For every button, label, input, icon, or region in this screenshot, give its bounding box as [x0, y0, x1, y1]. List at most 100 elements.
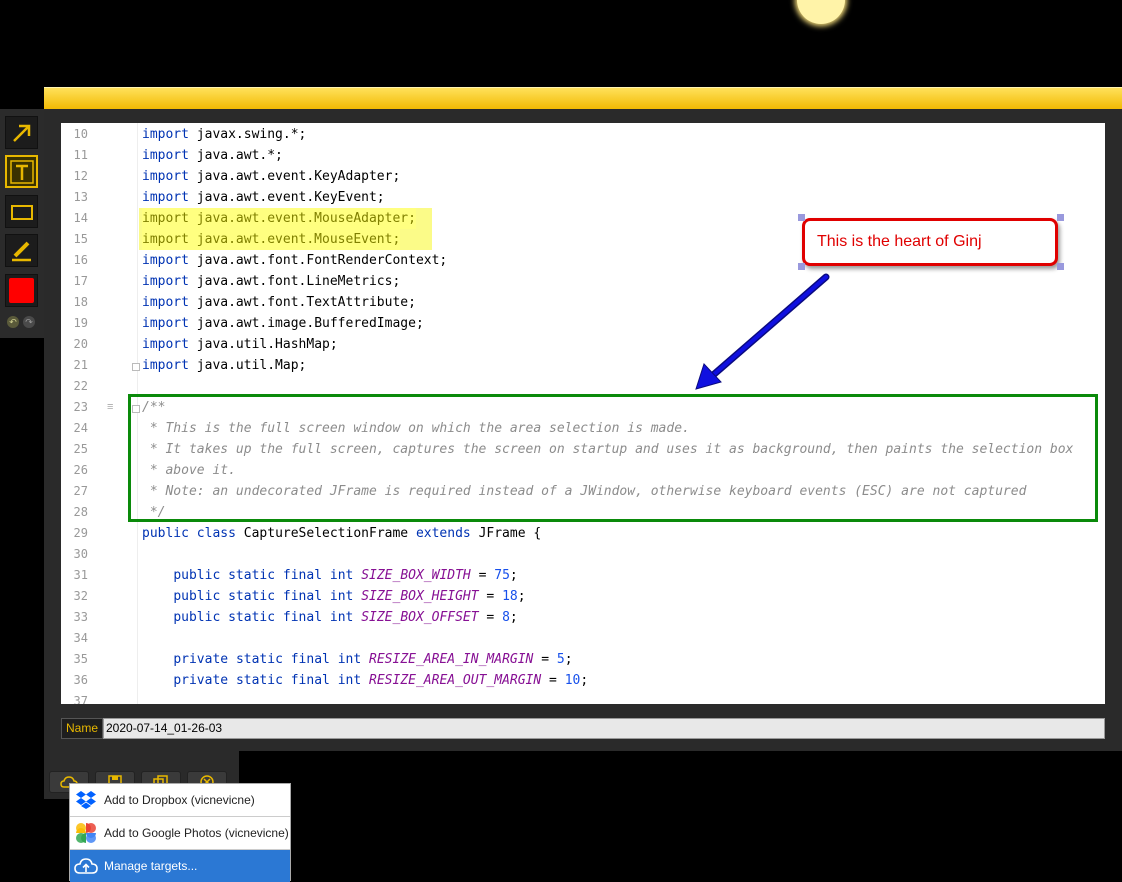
undo-icon[interactable]: ↶ [7, 316, 19, 328]
code-text: import java.awt.font.FontRenderContext; [142, 253, 448, 268]
code-text: public static final int SIZE_BOX_WIDTH =… [173, 568, 518, 583]
code-text: private static final int RESIZE_AREA_OUT… [173, 673, 589, 688]
code-line: 34 [61, 628, 1105, 649]
arrow-tool-button[interactable] [5, 116, 38, 149]
tool-palette: ↶ ↷ [0, 109, 44, 338]
code-line: 36 private static final int RESIZE_AREA_… [61, 670, 1105, 691]
line-number: 16 [73, 253, 88, 267]
rectangle-icon [10, 204, 33, 220]
line-number: 36 [73, 673, 88, 687]
redo-icon[interactable]: ↷ [23, 316, 35, 328]
line-number: 10 [73, 127, 88, 141]
line-number: 31 [73, 568, 88, 582]
text-icon [9, 159, 34, 184]
code-line: 18 import java.awt.font.TextAttribute; [61, 292, 1105, 313]
arrow-icon [12, 124, 30, 142]
code-line: 17 import java.awt.font.LineMetrics; [61, 271, 1105, 292]
line-number: 21 [73, 358, 88, 372]
color-picker-button[interactable] [5, 274, 38, 307]
code-text: public static final int SIZE_BOX_HEIGHT … [173, 589, 526, 604]
menu-item-label: Add to Google Photos (vicnevicne) [104, 826, 289, 840]
code-line: 31 public static final int SIZE_BOX_WIDT… [61, 565, 1105, 586]
code-text: import java.util.HashMap; [142, 337, 338, 352]
code-text: import javax.swing.*; [142, 127, 307, 142]
line-number: 11 [73, 148, 88, 162]
line-number: 22 [73, 379, 88, 393]
code-line: 32 public static final int SIZE_BOX_HEIG… [61, 586, 1105, 607]
code-text: import java.awt.event.KeyEvent; [142, 190, 385, 205]
dropbox-icon [74, 788, 98, 812]
callout-text: This is the heart of Ginj [817, 233, 982, 250]
line-number: 25 [73, 442, 88, 456]
code-text: import java.awt.*; [142, 148, 283, 163]
code-line: 37 [61, 691, 1105, 704]
line-number: 28 [73, 505, 88, 519]
resize-handle[interactable] [798, 263, 805, 270]
resize-handle[interactable] [798, 214, 805, 221]
title-bar[interactable] [44, 87, 1122, 110]
code-line: 30 [61, 544, 1105, 565]
line-number: 27 [73, 484, 88, 498]
menu-item-dropbox[interactable]: Add to Dropbox (vicnevicne) [70, 784, 290, 816]
line-number: 30 [73, 547, 88, 561]
highlighter-icon [11, 241, 31, 261]
line-number: 13 [73, 190, 88, 204]
code-line: 21 import java.util.Map; [61, 355, 1105, 376]
code-line: 12 import java.awt.event.KeyAdapter; [61, 166, 1105, 187]
line-number: 32 [73, 589, 88, 603]
code-line: 11 import java.awt.*; [61, 145, 1105, 166]
code-line: 10 import javax.swing.*; [61, 124, 1105, 145]
line-number: 23 [73, 400, 88, 414]
line-number: 24 [73, 421, 88, 435]
code-text: import java.awt.font.LineMetrics; [142, 274, 401, 289]
text-tool-button[interactable] [5, 155, 38, 188]
code-text: private static final int RESIZE_AREA_IN_… [173, 652, 573, 667]
code-text: import java.awt.font.TextAttribute; [142, 295, 416, 310]
code-line: 13 import java.awt.event.KeyEvent; [61, 187, 1105, 208]
menu-item-manage-targets[interactable]: Manage targets... [70, 850, 290, 882]
line-number: 33 [73, 610, 88, 624]
line-number: 17 [73, 274, 88, 288]
menu-item-label: Manage targets... [104, 859, 198, 873]
rectangle-tool-button[interactable] [5, 195, 38, 228]
line-number: 14 [73, 211, 88, 225]
cloud-upload-icon [74, 854, 98, 878]
resize-handle[interactable] [1057, 214, 1064, 221]
highlighter-tool-button[interactable] [5, 234, 38, 267]
code-text: import java.awt.event.KeyAdapter; [142, 169, 401, 184]
google-photos-icon [74, 821, 98, 845]
callout-annotation[interactable]: This is the heart of Ginj [802, 218, 1058, 266]
menu-item-google-photos[interactable]: Add to Google Photos (vicnevicne) [70, 817, 290, 849]
line-number: 20 [73, 337, 88, 351]
name-input[interactable]: 2020-07-14_01-26-03 [103, 718, 1105, 739]
name-bar: Name 2020-07-14_01-26-03 [61, 718, 1105, 739]
line-number: 15 [73, 232, 88, 246]
resize-handle[interactable] [1057, 263, 1064, 270]
name-label: Name [61, 718, 103, 739]
code-text: import java.awt.image.BufferedImage; [142, 316, 424, 331]
code-text: public static final int SIZE_BOX_OFFSET … [173, 610, 518, 625]
line-number: 29 [73, 526, 88, 540]
line-number: 35 [73, 652, 88, 666]
code-line: 19 import java.awt.image.BufferedImage; [61, 313, 1105, 334]
code-line: 35 private static final int RESIZE_AREA_… [61, 649, 1105, 670]
code-text: import java.util.Map; [142, 358, 307, 373]
code-text: import java.awt.event.MouseAdapter; [142, 208, 416, 229]
sun-decoration [797, 0, 845, 24]
code-line: 20 import java.util.HashMap; [61, 334, 1105, 355]
code-line: 33 public static final int SIZE_BOX_OFFS… [61, 607, 1105, 628]
code-text: import java.awt.event.MouseEvent; [142, 229, 401, 250]
line-number: 34 [73, 631, 88, 645]
code-text: public class CaptureSelectionFrame exten… [142, 526, 542, 541]
line-number: 18 [73, 295, 88, 309]
fold-marker[interactable] [132, 363, 140, 371]
line-number: 12 [73, 169, 88, 183]
rectangle-annotation[interactable] [128, 394, 1098, 522]
share-menu: Add to Dropbox (vicnevicne) Add to Googl… [69, 783, 291, 882]
color-swatch [9, 278, 34, 303]
code-line: 29 public class CaptureSelectionFrame ext… [61, 523, 1105, 544]
menu-item-label: Add to Dropbox (vicnevicne) [104, 793, 255, 807]
line-number: 37 [73, 694, 88, 704]
line-number: 19 [73, 316, 88, 330]
line-number: 26 [73, 463, 88, 477]
